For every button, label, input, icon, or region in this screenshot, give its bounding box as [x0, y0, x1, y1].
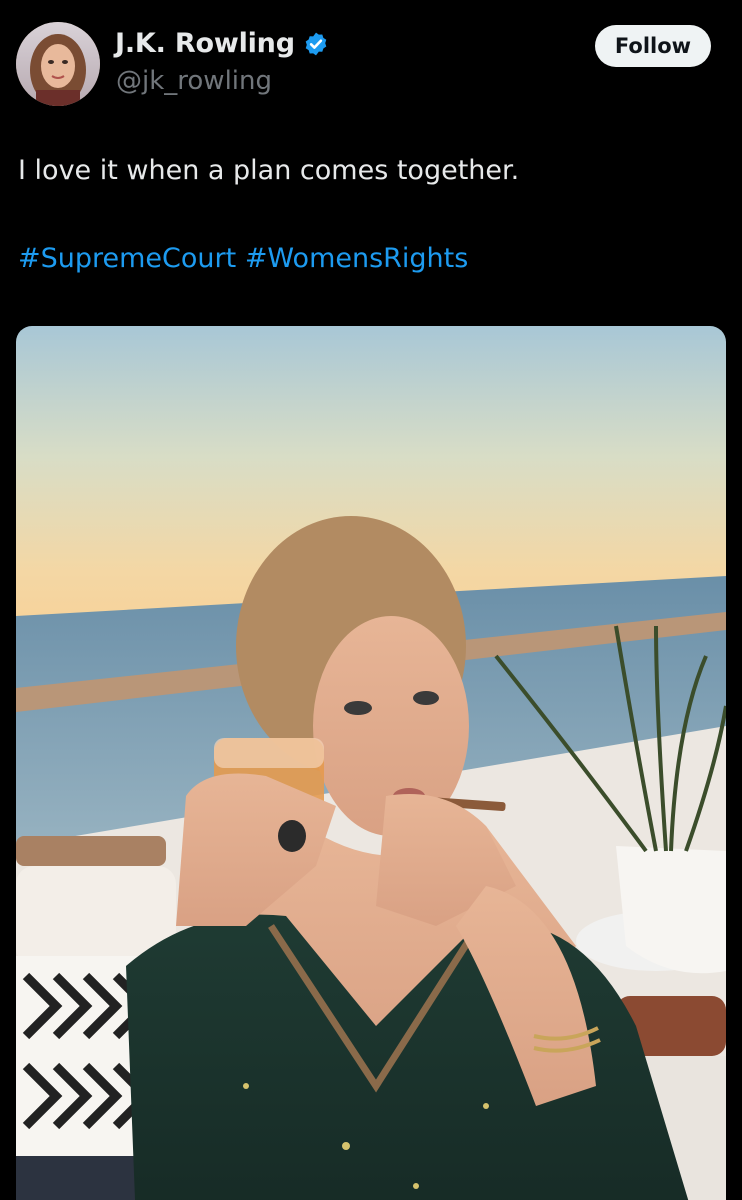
follow-button[interactable]: Follow [595, 25, 711, 67]
tweet-photo[interactable] [16, 326, 726, 1200]
profile-avatar[interactable] [16, 22, 100, 106]
hashtag-link-supreme-court[interactable]: #SupremeCourt [18, 243, 236, 274]
tweet-header: J.K. Rowling @jk_rowling Follow [0, 0, 742, 130]
display-name[interactable]: J.K. Rowling [115, 28, 295, 59]
tweet-hashtags: #SupremeCourt #WomensRights [18, 243, 468, 274]
user-handle[interactable]: @jk_rowling [116, 66, 272, 96]
tweet-text: I love it when a plan comes together. [18, 155, 520, 186]
hashtag-link-womens-rights[interactable]: #WomensRights [245, 243, 469, 274]
photo-illustration [16, 326, 726, 1200]
verified-badge-icon [303, 31, 329, 57]
name-row: J.K. Rowling [115, 28, 329, 59]
